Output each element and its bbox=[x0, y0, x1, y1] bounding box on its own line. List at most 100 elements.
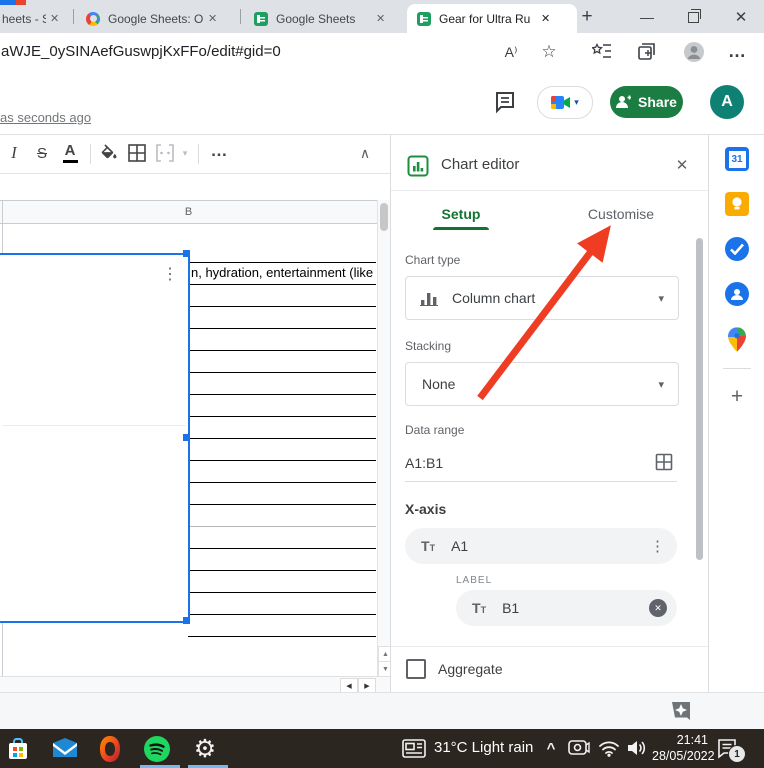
add-favorite-star-icon[interactable]: ☆ bbox=[536, 40, 562, 64]
data-range-field[interactable]: A1:B1 bbox=[405, 445, 677, 482]
weather-status[interactable]: 31°C Light rain bbox=[434, 739, 533, 756]
explore-icon[interactable] bbox=[668, 698, 694, 724]
x-axis-menu-icon[interactable]: ⋮ bbox=[650, 537, 665, 555]
stacking-value: None bbox=[422, 376, 456, 392]
clock[interactable]: 21:41 28/05/2022 bbox=[652, 732, 715, 764]
vertical-scrollbar-thumb[interactable] bbox=[380, 203, 388, 231]
google-tasks-icon[interactable] bbox=[725, 237, 749, 261]
restore-button[interactable] bbox=[678, 4, 708, 30]
wifi-icon[interactable] bbox=[598, 740, 620, 757]
settings-gear-icon[interactable]: ⚙ bbox=[190, 734, 220, 764]
tab-close-icon[interactable]: ✕ bbox=[541, 12, 550, 25]
fill-color-button[interactable] bbox=[99, 143, 119, 163]
share-button[interactable]: Share bbox=[610, 86, 683, 118]
tray-expand-icon[interactable]: ^ bbox=[540, 737, 562, 759]
google-keep-icon[interactable] bbox=[725, 192, 749, 216]
meet-video-call-button[interactable]: ▾ bbox=[537, 86, 593, 119]
new-tab-button[interactable]: + bbox=[574, 4, 600, 30]
tab-close-icon[interactable]: ✕ bbox=[376, 12, 385, 25]
aggregate-label: Aggregate bbox=[438, 661, 503, 677]
font-style-icon: TT bbox=[472, 600, 487, 616]
vertical-scrollbar-track[interactable]: ▲ ▼ bbox=[377, 200, 393, 677]
remove-label-icon[interactable]: ✕ bbox=[649, 599, 667, 617]
select-data-range-grid-icon[interactable] bbox=[655, 453, 673, 471]
panel-title: Chart editor bbox=[441, 156, 520, 173]
tab-customise[interactable]: Customise bbox=[583, 203, 659, 225]
google-maps-icon[interactable] bbox=[725, 326, 749, 352]
google-contacts-icon[interactable] bbox=[725, 282, 749, 306]
scroll-left-icon[interactable]: ◀ bbox=[340, 678, 358, 693]
url-text[interactable]: aWJE_0ySINAefGuswpjKxFFo/edit#gid=0 bbox=[1, 43, 471, 60]
cell-text[interactable]: n, hydration, entertainment (like bbox=[191, 265, 376, 280]
chart-handle-top-right[interactable] bbox=[183, 250, 190, 257]
more-toolbar-options-button[interactable]: … bbox=[206, 139, 232, 163]
news-weather-icon[interactable] bbox=[402, 739, 426, 758]
notification-badge[interactable]: 1 bbox=[728, 745, 746, 763]
tab-title: Google Sheets bbox=[276, 11, 356, 26]
grid-row-line bbox=[188, 636, 376, 637]
formatting-toolbar: I S A ▾ … ∧ bbox=[0, 135, 390, 174]
chart-more-menu-icon[interactable]: ⋮ bbox=[160, 261, 180, 287]
comment-icon[interactable] bbox=[493, 90, 517, 114]
tab-close-icon[interactable]: ✕ bbox=[208, 12, 217, 25]
tab-2[interactable]: Google Sheets: O ✕ bbox=[80, 4, 238, 33]
browser-settings-menu-icon[interactable]: … bbox=[722, 38, 752, 64]
restore-icon bbox=[687, 8, 701, 23]
browser-profile-avatar[interactable] bbox=[682, 40, 706, 64]
strikethrough-button[interactable]: S bbox=[30, 141, 54, 165]
x-axis-chip[interactable]: TT A1 ⋮ bbox=[405, 528, 677, 564]
favorites-hub-icon[interactable] bbox=[592, 43, 612, 61]
read-aloud-icon[interactable]: A⁾ bbox=[498, 41, 524, 63]
google-calendar-icon[interactable]: 31 bbox=[725, 147, 749, 171]
meet-now-icon[interactable] bbox=[568, 740, 590, 757]
add-addon-plus-icon[interactable]: + bbox=[725, 385, 749, 409]
column-header-B[interactable]: B bbox=[0, 200, 377, 224]
share-label: Share bbox=[638, 94, 677, 110]
tab-3[interactable]: Google Sheets ✕ bbox=[248, 4, 406, 33]
borders-button[interactable] bbox=[128, 144, 146, 162]
microsoft-store-icon[interactable] bbox=[4, 735, 32, 763]
chart-type-dropdown[interactable]: Column chart ▾ bbox=[405, 276, 679, 320]
grid-row-line bbox=[188, 350, 376, 351]
grid-row-line bbox=[188, 262, 376, 263]
collections-icon[interactable] bbox=[638, 43, 658, 61]
grid-row-line-light bbox=[188, 526, 376, 527]
tab-1[interactable]: heets - S ✕ bbox=[0, 4, 68, 33]
close-window-button[interactable]: ✕ bbox=[726, 4, 756, 30]
panel-close-icon[interactable]: ✕ bbox=[669, 152, 695, 178]
aggregate-checkbox[interactable] bbox=[406, 659, 426, 679]
chart-editor-panel: Chart editor ✕ Setup Customise Chart typ… bbox=[390, 135, 709, 692]
x-axis-section-label: X-axis bbox=[405, 501, 447, 517]
selected-chart[interactable]: ⋮ bbox=[0, 253, 190, 623]
spotify-icon[interactable] bbox=[142, 734, 172, 764]
minimize-button[interactable]: — bbox=[632, 4, 662, 30]
account-avatar[interactable]: A bbox=[710, 85, 744, 119]
tray-date: 28/05/2022 bbox=[652, 749, 715, 763]
spreadsheet-area: B n, hydration, entertainment (like ⋮ ▲ … bbox=[0, 174, 393, 693]
volume-icon[interactable] bbox=[626, 739, 646, 757]
merge-cells-button[interactable] bbox=[156, 144, 174, 162]
last-edit-status[interactable]: as seconds ago bbox=[0, 110, 91, 125]
browser-tab-bar: heets - S ✕ Google Sheets: O ✕ Google Sh… bbox=[0, 0, 764, 33]
tab-setup[interactable]: Setup bbox=[433, 203, 489, 225]
chart-axis-line bbox=[2, 425, 186, 426]
chart-handle-mid-right[interactable] bbox=[183, 434, 190, 441]
stacking-dropdown[interactable]: None ▾ bbox=[405, 362, 679, 406]
text-color-button[interactable]: A bbox=[58, 139, 82, 161]
scroll-right-icon[interactable]: ▶ bbox=[358, 678, 376, 693]
sidebar-divider bbox=[723, 368, 751, 369]
stacking-dropdown-icon: ▾ bbox=[658, 378, 664, 391]
horizontal-scrollbar-track[interactable]: ◀ ▶ bbox=[0, 676, 390, 693]
panel-scrollbar-thumb[interactable] bbox=[696, 238, 703, 560]
italic-button[interactable]: I bbox=[2, 141, 26, 165]
collapse-toolbar-button[interactable]: ∧ bbox=[352, 141, 378, 165]
tab-4-active[interactable]: Gear for Ultra Ru ✕ bbox=[407, 4, 577, 33]
chart-type-dropdown-icon: ▾ bbox=[658, 292, 664, 305]
mail-icon[interactable] bbox=[50, 736, 80, 762]
chart-handle-bottom-right[interactable] bbox=[183, 617, 190, 624]
office-icon[interactable] bbox=[96, 734, 124, 764]
x-axis-label-chip[interactable]: TT B1 ✕ bbox=[456, 590, 677, 626]
merge-dropdown-icon[interactable]: ▾ bbox=[178, 145, 192, 161]
sheets-header-row: as seconds ago ▾ Share A bbox=[0, 70, 764, 134]
tab-close-icon[interactable]: ✕ bbox=[50, 12, 59, 25]
